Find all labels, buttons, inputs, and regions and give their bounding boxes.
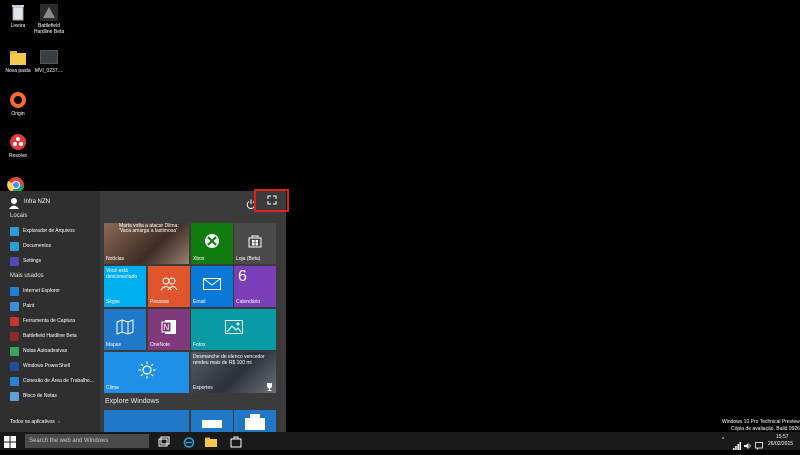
xbox-icon: [205, 234, 219, 249]
app-settings[interactable]: Settings: [10, 255, 41, 267]
resolve-icon: [8, 133, 28, 151]
section-places: Locais: [10, 213, 28, 219]
tile-news[interactable]: Marta volta a atacar Dilma: 'Vaca amarga…: [104, 223, 189, 264]
store-bag-icon: [248, 235, 262, 248]
start-left-column: Infra NZN Locais Explorador de Arquivos …: [0, 191, 100, 433]
desktop-icon-origin[interactable]: Origin: [0, 91, 36, 117]
battlefield-icon: [10, 331, 19, 341]
store-bag-icon: [230, 436, 242, 448]
onenote-icon: N: [161, 320, 176, 335]
explore-tile-icon: [202, 420, 222, 428]
taskbar-store[interactable]: [230, 435, 242, 448]
settings-gear-icon: [10, 256, 19, 266]
mail-icon: [203, 278, 221, 291]
news-headline: Marta volta a atacar Dilma: 'Vaca amarga…: [119, 223, 179, 234]
watermark-line-1: Windows 10 Pro Technical Preview: [722, 419, 800, 425]
search-input[interactable]: Search the web and Windows: [25, 434, 149, 448]
calendar-day: 6: [238, 268, 247, 285]
people-icon: [160, 277, 178, 291]
chevron-down-icon: ↓: [57, 419, 61, 425]
tile-store[interactable]: Loja (Beta): [234, 223, 276, 264]
tile-maps[interactable]: Mapas: [104, 309, 146, 350]
paint-icon: [10, 301, 19, 311]
desktop-icon-label: MVI_0237....: [34, 68, 64, 74]
taskbar: Search the web and Windows ^ 15:57 26/02…: [0, 432, 800, 450]
volume-icon[interactable]: [744, 437, 752, 449]
app-powershell[interactable]: Windows PowerShell: [10, 360, 70, 372]
trophy-icon: [267, 383, 272, 391]
windows-logo-icon: [4, 436, 16, 448]
sun-icon: [138, 361, 155, 379]
tile-mail[interactable]: Email: [191, 266, 233, 307]
app-documents[interactable]: Documentos: [10, 240, 51, 252]
tile-xbox[interactable]: Xbox: [191, 223, 233, 264]
expand-start-button[interactable]: [254, 189, 289, 212]
user-avatar-icon: [8, 196, 20, 209]
internet-explorer-icon: [10, 286, 19, 296]
tile-calendar[interactable]: 6 Calendário: [234, 266, 276, 307]
taskbar-file-explorer[interactable]: [205, 435, 217, 447]
user-account[interactable]: Infra NZN: [8, 195, 50, 209]
snipping-tool-icon: [10, 316, 19, 326]
app-battlefield[interactable]: Battlefield Hardline Beta: [10, 330, 77, 342]
maps-icon: [116, 319, 134, 336]
tile-onenote[interactable]: N OneNote: [148, 309, 190, 350]
tile-people[interactable]: Pessoas: [148, 266, 190, 307]
origin-icon: [8, 91, 28, 109]
tile-skype[interactable]: Você está desconectado Skype: [104, 266, 146, 307]
tile-explore-3[interactable]: [234, 410, 276, 433]
action-center-icon[interactable]: [755, 437, 763, 450]
explore-windows-heading: Explore Windows: [105, 398, 160, 405]
section-most-used: Mais usados: [10, 273, 44, 279]
tile-sports[interactable]: Desmanche de elenco vencedor rendeu mais…: [191, 352, 276, 393]
task-view-button[interactable]: [158, 435, 170, 447]
file-explorer-icon: [10, 226, 19, 236]
start-menu: Infra NZN Locais Explorador de Arquivos …: [0, 189, 289, 433]
notepad-icon: [10, 391, 19, 401]
clock-date[interactable]: 26/02/2015: [768, 441, 793, 447]
app-notepad[interactable]: Bloco de Notas: [10, 390, 57, 402]
svg-text:N: N: [164, 323, 170, 332]
expand-icon: [267, 195, 277, 205]
tile-photos[interactable]: Fotos: [191, 309, 276, 350]
sticky-notes-icon: [10, 346, 19, 356]
desktop-icon-resolve[interactable]: Resolve: [0, 133, 36, 159]
app-snipping-tool[interactable]: Ferramenta de Captura: [10, 315, 75, 327]
chrome-icon[interactable]: [7, 176, 25, 194]
internet-explorer-icon: [183, 437, 195, 448]
folder-icon: [8, 48, 28, 66]
recycle-bin-icon: [8, 3, 28, 21]
app-remote-desktop[interactable]: Conexão de Área de Trabalho...: [10, 375, 94, 387]
skype-status: Você está desconectado: [106, 268, 138, 280]
clock-time[interactable]: 15:57: [776, 434, 789, 440]
app-sticky-notes[interactable]: Notas Autoadesivas: [10, 345, 67, 357]
all-apps-link[interactable]: Todos os aplicativos ↓: [10, 419, 60, 425]
desktop-icon-label: Battlefield Hardline Beta: [33, 23, 65, 35]
documents-icon: [10, 241, 19, 251]
explore-tile-icon: [245, 414, 265, 430]
battlefield-icon: [39, 3, 59, 21]
task-view-icon: [158, 436, 170, 447]
tile-weather[interactable]: Clima: [104, 352, 189, 393]
video-file-icon: [39, 48, 59, 66]
app-file-explorer[interactable]: Explorador de Arquivos: [10, 225, 75, 237]
desktop-icon-label: Resolve: [8, 153, 28, 159]
tile-explore-2[interactable]: [191, 410, 233, 433]
user-name: Infra NZN: [24, 199, 51, 205]
remote-desktop-icon: [10, 376, 19, 386]
photos-icon: [224, 320, 243, 335]
desktop-icon-video[interactable]: MVI_0237....: [29, 48, 69, 74]
folder-icon: [205, 437, 217, 447]
sports-headline: Desmanche de elenco vencedor rendeu mais…: [193, 354, 265, 366]
desktop-icon-label: Origin: [11, 111, 25, 117]
app-internet-explorer[interactable]: Internet Explorer: [10, 285, 60, 297]
desktop-icon-battlefield[interactable]: Battlefield Hardline Beta: [29, 3, 69, 35]
app-paint[interactable]: Paint: [10, 300, 34, 312]
start-button[interactable]: [4, 435, 18, 448]
taskbar-internet-explorer[interactable]: [183, 435, 195, 448]
tile-explore-1[interactable]: [104, 410, 189, 433]
network-icon[interactable]: [733, 437, 741, 450]
notifications-chevron-icon[interactable]: ^: [722, 437, 724, 443]
powershell-icon: [10, 361, 19, 371]
